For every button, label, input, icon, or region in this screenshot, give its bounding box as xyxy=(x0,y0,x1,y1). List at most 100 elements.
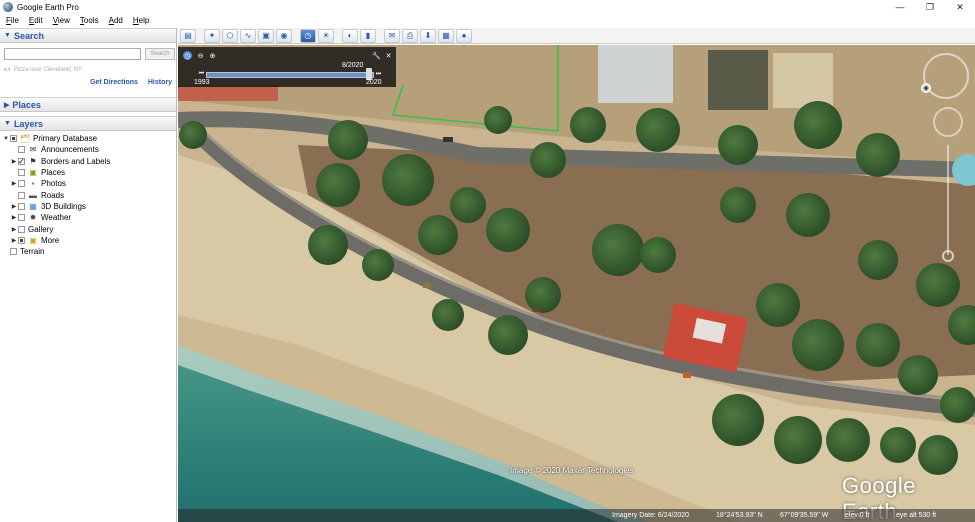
layer-checkbox[interactable] xyxy=(18,214,25,222)
switch-planet-button[interactable]: ◐ xyxy=(342,28,358,43)
layer-item[interactable]: ▶ ▣ More xyxy=(0,235,176,246)
record-tour-button[interactable]: ◉ xyxy=(276,28,292,43)
imagery-copyright: Image © 2020 Maxar Technologies xyxy=(510,466,634,475)
north-icon[interactable]: ◉ xyxy=(921,83,931,93)
layer-checkbox[interactable] xyxy=(18,191,25,199)
view-in-maps-button[interactable]: ▦ xyxy=(438,28,454,43)
zoom-slider-track[interactable] xyxy=(947,145,949,255)
menu-edit[interactable]: Edit xyxy=(23,16,47,25)
add-placemark-button[interactable]: ✦ xyxy=(204,28,220,43)
historical-imagery-button[interactable]: ◷ xyxy=(300,28,316,43)
photo-icon: ▪ xyxy=(31,179,35,189)
look-around-ring[interactable] xyxy=(923,53,969,99)
sunlight-button[interactable]: ☀ xyxy=(318,28,334,43)
skip-forward-icon[interactable]: ⏭ xyxy=(374,70,383,79)
satellite-imagery xyxy=(178,45,975,522)
clock-icon[interactable]: ◷ xyxy=(183,51,192,60)
earth-button[interactable]: ● xyxy=(456,28,472,43)
layer-checkbox[interactable] xyxy=(18,236,25,244)
zoom-slider-knob[interactable] xyxy=(942,250,954,262)
save-image-button[interactable]: ⬇ xyxy=(420,28,436,43)
menu-view[interactable]: View xyxy=(47,16,74,25)
sidebar-toggle-button[interactable]: ▤ xyxy=(180,28,196,43)
menu-tools[interactable]: Tools xyxy=(74,16,103,25)
expand-arrow-icon[interactable]: ▶ xyxy=(10,237,18,244)
places-icon: ▣ xyxy=(29,168,37,178)
layer-checkbox[interactable] xyxy=(18,146,25,154)
minimize-button[interactable]: — xyxy=(885,0,915,14)
restore-button[interactable]: ❐ xyxy=(915,0,945,14)
expand-arrow-icon[interactable]: ▶ xyxy=(10,180,18,187)
layer-item[interactable]: ▼ 🗂 Primary Database xyxy=(0,133,176,144)
expand-arrow-icon[interactable]: ▶ xyxy=(10,158,18,165)
history-link[interactable]: History xyxy=(148,79,172,86)
menu-add[interactable]: Add xyxy=(103,16,127,25)
collapse-triangle-icon: ▼ xyxy=(4,120,11,127)
time-start-label: 1993 xyxy=(194,79,210,86)
status-bar: Imagery Date: 6/24/2020 18°24'53.93" N 6… xyxy=(178,509,975,522)
layer-checkbox[interactable] xyxy=(18,202,25,210)
imagery-date: Imagery Date: 6/24/2020 xyxy=(612,512,690,519)
layer-checkbox[interactable] xyxy=(10,135,17,143)
ruler-button[interactable]: ▮ xyxy=(360,28,376,43)
layer-label: Photos xyxy=(41,179,66,189)
layer-label: Places xyxy=(41,168,66,178)
places-panel-header[interactable]: ▶ Places xyxy=(0,97,176,112)
layer-item[interactable]: Terrain xyxy=(0,246,176,257)
expand-arrow-icon[interactable]: ▼ xyxy=(2,136,10,142)
search-hint: ex: Pizza near Cleveland, NY xyxy=(4,67,83,73)
skip-back-icon[interactable]: ⏮ xyxy=(197,70,206,79)
search-links: Get Directions History xyxy=(82,79,172,86)
close-button[interactable]: ✕ xyxy=(945,0,975,14)
expand-arrow-icon[interactable]: ▶ xyxy=(10,203,18,210)
flag-icon: ⚑ xyxy=(29,156,37,166)
close-time-panel-icon[interactable]: ✕ xyxy=(384,51,393,60)
layer-checkbox[interactable] xyxy=(18,225,25,233)
layers-panel-header[interactable]: ▼ Layers xyxy=(0,116,176,131)
move-ring[interactable] xyxy=(933,107,963,137)
google-earth-app-icon xyxy=(3,2,13,12)
window-controls: — ❐ ✕ xyxy=(885,0,975,14)
layer-item[interactable]: ▶ ✹ Weather xyxy=(0,212,176,223)
layer-item[interactable]: ▣ Places xyxy=(0,167,176,178)
zoom-in-time-icon[interactable]: ⊕ xyxy=(208,51,217,60)
time-end-label: 2020 xyxy=(366,79,382,86)
layer-label: Borders and Labels xyxy=(41,156,111,166)
time-current-label: 8/2020 xyxy=(342,62,364,69)
layer-item[interactable]: ✉ Announcements xyxy=(0,144,176,155)
search-panel-header[interactable]: ▼ Search xyxy=(0,28,176,43)
add-image-overlay-button[interactable]: ▣ xyxy=(258,28,274,43)
search-input[interactable] xyxy=(4,48,141,60)
layer-checkbox[interactable] xyxy=(18,180,25,188)
search-area: Search ex: Pizza near Cleveland, NY Get … xyxy=(0,43,176,97)
get-directions-link[interactable]: Get Directions xyxy=(90,79,138,86)
layer-item[interactable]: ▶ ▪ Photos xyxy=(0,178,176,189)
layer-item[interactable]: ▶ ⚑ Borders and Labels xyxy=(0,156,176,167)
layer-label: Terrain xyxy=(20,247,45,257)
layer-item[interactable]: ▬ Roads xyxy=(0,189,176,200)
layer-label: Weather xyxy=(41,213,72,223)
layer-label: Primary Database xyxy=(33,134,98,144)
layer-item[interactable]: ▶ ▦ 3D Buildings xyxy=(0,201,176,212)
longitude: 67°09'35.59" W xyxy=(780,512,829,519)
add-path-button[interactable]: ∿ xyxy=(240,28,256,43)
add-polygon-button[interactable]: ⬠ xyxy=(222,28,238,43)
layer-checkbox[interactable] xyxy=(18,157,25,165)
email-button[interactable]: ✉ xyxy=(384,28,400,43)
main-toolbar: ▤ ✦ ⬠ ∿ ▣ ◉ ◷ ☀ ◐ ▮ ✉ ⎙ ⬇ ▦ ● xyxy=(178,28,975,44)
menu-file[interactable]: File xyxy=(0,16,23,25)
zoom-out-time-icon[interactable]: ⊖ xyxy=(196,51,205,60)
time-slider-track[interactable] xyxy=(206,72,374,78)
menu-help[interactable]: Help xyxy=(127,16,153,25)
layer-label: Roads xyxy=(41,190,65,200)
expand-arrow-icon[interactable]: ▶ xyxy=(10,226,18,233)
layer-checkbox[interactable] xyxy=(18,169,25,177)
layer-item[interactable]: ▶ Gallery xyxy=(0,223,176,234)
wrench-icon[interactable]: 🔧 xyxy=(372,51,381,60)
print-button[interactable]: ⎙ xyxy=(402,28,418,43)
search-button[interactable]: Search xyxy=(145,48,175,60)
expand-arrow-icon[interactable]: ▶ xyxy=(10,214,18,221)
elevation: elev 0 ft xyxy=(845,512,870,519)
map-view[interactable]: ◷ ⊖ ⊕ 🔧 ✕ 8/2020 ⏮ ⏭ 1993 2020 ◉ Image ©… xyxy=(178,45,975,522)
layer-checkbox[interactable] xyxy=(10,248,17,256)
